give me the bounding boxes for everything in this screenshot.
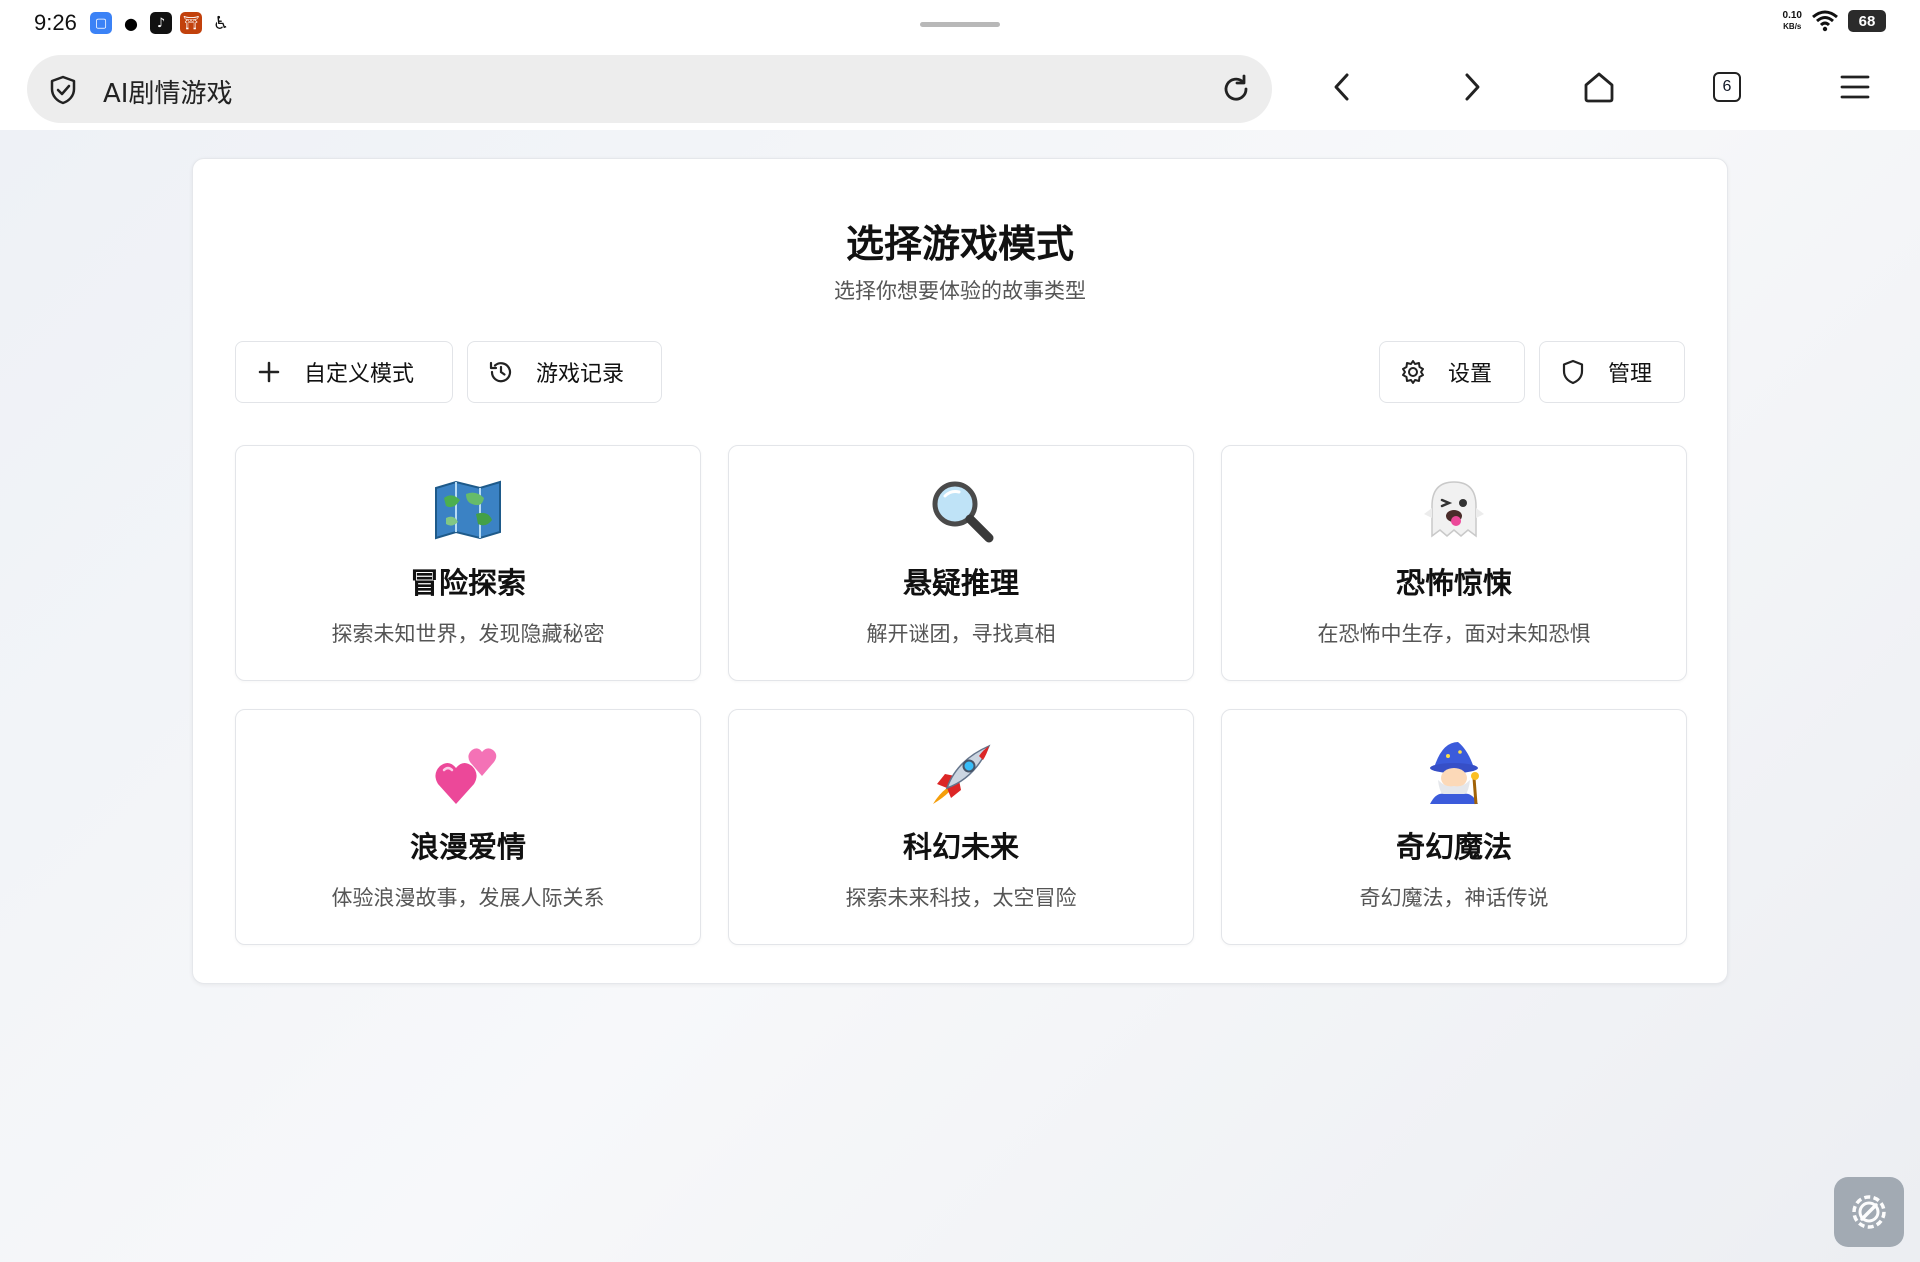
plus-icon <box>258 361 280 383</box>
page-content: 选择游戏模式 选择你想要体验的故事类型 自定义模式 游戏记录 设置 管理 冒险探… <box>0 130 1920 1262</box>
qq-icon: ● <box>120 12 142 34</box>
rocket-icon <box>729 736 1193 812</box>
tabs-button[interactable]: 6 <box>1707 67 1747 107</box>
tiktok-icon: ♪ <box>150 12 172 34</box>
chevron-right-icon <box>1465 73 1480 101</box>
settings-label: 设置 <box>1448 362 1493 387</box>
mode-description: 奇幻魔法，神话传说 <box>1359 886 1549 910</box>
status-time: 9:26 <box>34 10 77 35</box>
mode-card-scifi[interactable]: 科幻未来 探索未来科技，太空冒险 <box>728 709 1194 945</box>
custom-mode-label: 自定义模式 <box>304 362 415 387</box>
admin-button[interactable]: 管理 <box>1539 341 1685 403</box>
ghost-icon <box>1222 472 1686 548</box>
chevron-left-icon <box>1334 73 1349 101</box>
mode-title: 浪漫爱情 <box>409 830 526 864</box>
browser-toolbar: AI剧情游戏 6 <box>0 50 1920 130</box>
address-bar[interactable]: AI剧情游戏 <box>27 55 1272 123</box>
mode-title: 恐怖惊悚 <box>1395 566 1512 600</box>
shield-check-icon[interactable] <box>47 74 79 106</box>
shield-icon <box>1562 359 1584 385</box>
message-app-icon: ▢ <box>90 12 112 34</box>
mode-description: 在恐怖中生存，面对未知恐惧 <box>1317 622 1591 646</box>
admin-label: 管理 <box>1608 362 1653 387</box>
mode-description: 探索未来科技，太空冒险 <box>845 886 1077 910</box>
forward-button[interactable] <box>1451 67 1491 107</box>
gear-icon <box>1402 360 1424 384</box>
mode-title: 奇幻魔法 <box>1395 830 1512 864</box>
accessibility-icon: ♿ <box>210 12 232 34</box>
page-title: 选择游戏模式 <box>845 222 1074 266</box>
wizard-icon <box>1222 736 1686 812</box>
page-subtitle: 选择你想要体验的故事类型 <box>834 279 1086 303</box>
history-label: 游戏记录 <box>536 362 625 387</box>
mode-card-adventure[interactable]: 冒险探索 探索未知世界，发现隐藏秘密 <box>235 445 701 681</box>
two-hearts-icon <box>236 736 700 812</box>
status-bar: 9:26 ▢ ● ♪ ⛩ ♿ 0.10 KB/s 68 <box>0 0 1920 50</box>
mode-card-mystery[interactable]: 悬疑推理 解开谜团，寻找真相 <box>728 445 1194 681</box>
address-text[interactable]: AI剧情游戏 <box>103 73 232 110</box>
mode-card-romance[interactable]: 浪漫爱情 体验浪漫故事，发展人际关系 <box>235 709 701 945</box>
network-speed: 0.10 KB/s <box>1783 10 1802 32</box>
custom-mode-button[interactable]: 自定义模式 <box>235 341 453 403</box>
mode-card-fantasy[interactable]: 奇幻魔法 奇幻魔法，神话传说 <box>1221 709 1687 945</box>
history-icon <box>489 361 512 383</box>
notification-icons: ▢ ● ♪ ⛩ ♿ <box>90 12 232 34</box>
reload-icon[interactable] <box>1218 71 1254 107</box>
wifi-icon <box>1812 10 1838 32</box>
floating-tool-button[interactable] <box>1834 1177 1904 1247</box>
menu-button[interactable] <box>1835 67 1875 107</box>
gear-wrench-icon <box>1852 1195 1886 1229</box>
mode-description: 探索未知世界，发现隐藏秘密 <box>331 622 605 646</box>
world-map-icon <box>236 472 700 548</box>
history-button[interactable]: 游戏记录 <box>467 341 662 403</box>
home-button[interactable] <box>1579 67 1619 107</box>
status-right: 0.10 KB/s 68 <box>1783 10 1886 32</box>
mode-title: 冒险探索 <box>409 566 526 600</box>
network-speed-unit: KB/s <box>1783 22 1802 31</box>
mode-title: 科幻未来 <box>902 830 1019 864</box>
network-speed-value: 0.10 <box>1782 10 1802 21</box>
back-button[interactable] <box>1323 67 1363 107</box>
game-mode-panel: 选择游戏模式 选择你想要体验的故事类型 自定义模式 游戏记录 设置 管理 冒险探… <box>192 158 1728 984</box>
magnifier-icon <box>729 472 1193 548</box>
window-drag-handle[interactable] <box>920 22 1000 27</box>
mode-description: 体验浪漫故事，发展人际关系 <box>331 886 605 910</box>
mode-description: 解开谜团，寻找真相 <box>866 622 1056 646</box>
home-icon <box>1584 72 1614 103</box>
battery-indicator: 68 <box>1848 10 1886 32</box>
settings-button[interactable]: 设置 <box>1379 341 1525 403</box>
tabs-count: 6 <box>1713 72 1741 102</box>
temple-app-icon: ⛩ <box>180 12 202 34</box>
hamburger-menu-icon <box>1840 75 1870 99</box>
mode-title: 悬疑推理 <box>902 566 1019 600</box>
mode-card-horror[interactable]: 恐怖惊悚 在恐怖中生存，面对未知恐惧 <box>1221 445 1687 681</box>
